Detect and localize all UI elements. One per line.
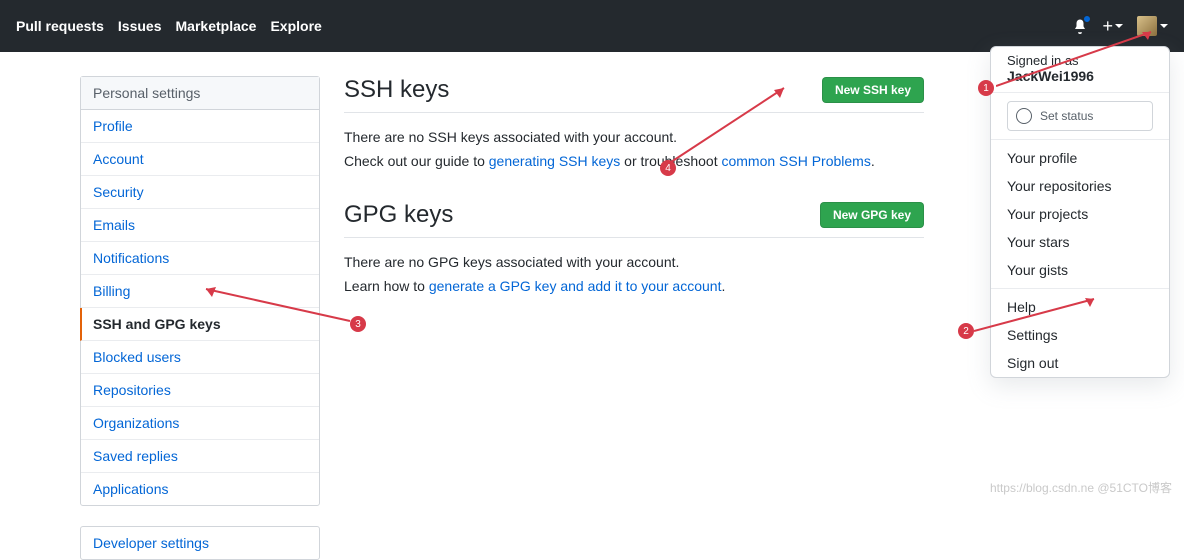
menu-sign-out[interactable]: Sign out bbox=[991, 349, 1169, 377]
ssh-empty-text: There are no SSH keys associated with yo… bbox=[344, 129, 924, 145]
sidebar-item-security[interactable]: Security bbox=[81, 176, 319, 209]
sidebar-item-account[interactable]: Account bbox=[81, 143, 319, 176]
sidebar-item-organizations[interactable]: Organizations bbox=[81, 407, 319, 440]
nav-explore[interactable]: Explore bbox=[270, 18, 321, 34]
divider bbox=[991, 288, 1169, 289]
sidebar-item-saved-replies[interactable]: Saved replies bbox=[81, 440, 319, 473]
sidebar-item-repositories[interactable]: Repositories bbox=[81, 374, 319, 407]
sidebar-heading: Personal settings bbox=[81, 77, 319, 110]
avatar bbox=[1137, 16, 1157, 36]
menu-your-gists[interactable]: Your gists bbox=[991, 256, 1169, 284]
ssh-keys-title: SSH keys bbox=[344, 76, 822, 104]
sidebar-item-applications[interactable]: Applications bbox=[81, 473, 319, 505]
smiley-icon bbox=[1016, 108, 1032, 124]
section-header: GPG keys New GPG key bbox=[344, 201, 924, 238]
header-right: + bbox=[1072, 16, 1168, 37]
notification-dot bbox=[1083, 15, 1091, 23]
sidebar-item-blocked-users[interactable]: Blocked users bbox=[81, 341, 319, 374]
gpg-keys-title: GPG keys bbox=[344, 201, 820, 229]
chevron-down-icon bbox=[1160, 24, 1168, 28]
sidebar-item-profile[interactable]: Profile bbox=[81, 110, 319, 143]
menu-your-projects[interactable]: Your projects bbox=[991, 200, 1169, 228]
menu-help[interactable]: Help bbox=[991, 293, 1169, 321]
generate-gpg-key-link[interactable]: generate a GPG key and add it to your ac… bbox=[429, 278, 722, 294]
content: SSH keys New SSH key There are no SSH ke… bbox=[344, 76, 924, 560]
notifications-icon[interactable] bbox=[1072, 18, 1088, 34]
header-nav: Pull requests Issues Marketplace Explore bbox=[16, 18, 322, 34]
set-status-button[interactable]: Set status bbox=[1007, 101, 1153, 131]
common-ssh-problems-link[interactable]: common SSH Problems bbox=[721, 153, 870, 169]
settings-sidebar: Personal settings Profile Account Securi… bbox=[80, 76, 320, 560]
user-dropdown: Signed in as JackWei1996 Set status Your… bbox=[990, 46, 1170, 378]
username: JackWei1996 bbox=[1007, 68, 1153, 84]
menu-your-stars[interactable]: Your stars bbox=[991, 228, 1169, 256]
menu-your-profile[interactable]: Your profile bbox=[991, 144, 1169, 172]
chevron-down-icon bbox=[1115, 24, 1123, 28]
sidebar-item-developer-settings[interactable]: Developer settings bbox=[80, 526, 320, 560]
menu-settings[interactable]: Settings bbox=[991, 321, 1169, 349]
annotation-badge-1: 1 bbox=[978, 80, 994, 96]
nav-issues[interactable]: Issues bbox=[118, 18, 162, 34]
gpg-empty-text: There are no GPG keys associated with yo… bbox=[344, 254, 924, 270]
sidebar-item-billing[interactable]: Billing bbox=[81, 275, 319, 308]
new-ssh-key-button[interactable]: New SSH key bbox=[822, 77, 924, 103]
nav-marketplace[interactable]: Marketplace bbox=[176, 18, 257, 34]
sidebar-item-notifications[interactable]: Notifications bbox=[81, 242, 319, 275]
annotation-badge-2: 2 bbox=[958, 323, 974, 339]
nav-pull-requests[interactable]: Pull requests bbox=[16, 18, 104, 34]
sidebar-group: Personal settings Profile Account Securi… bbox=[80, 76, 320, 506]
ssh-guide-text: Check out our guide to generating SSH ke… bbox=[344, 153, 924, 169]
sidebar-item-ssh-gpg-keys[interactable]: SSH and GPG keys bbox=[80, 308, 319, 341]
new-gpg-key-button[interactable]: New GPG key bbox=[820, 202, 924, 228]
generating-ssh-keys-link[interactable]: generating SSH keys bbox=[489, 153, 621, 169]
gpg-learn-text: Learn how to generate a GPG key and add … bbox=[344, 278, 924, 294]
top-header: Pull requests Issues Marketplace Explore… bbox=[0, 0, 1184, 52]
signed-in-label: Signed in as bbox=[1007, 53, 1153, 68]
section-header: SSH keys New SSH key bbox=[344, 76, 924, 113]
dropdown-signed-in: Signed in as JackWei1996 bbox=[991, 47, 1169, 93]
watermark: https://blog.csdn.ne @51CTO博客 bbox=[990, 479, 1172, 496]
annotation-badge-3: 3 bbox=[350, 316, 366, 332]
ssh-keys-section: SSH keys New SSH key There are no SSH ke… bbox=[344, 76, 924, 169]
user-menu-toggle[interactable] bbox=[1137, 16, 1168, 36]
gpg-keys-section: GPG keys New GPG key There are no GPG ke… bbox=[344, 201, 924, 294]
sidebar-item-emails[interactable]: Emails bbox=[81, 209, 319, 242]
set-status-label: Set status bbox=[1040, 109, 1093, 123]
divider bbox=[991, 139, 1169, 140]
create-new-dropdown[interactable]: + bbox=[1102, 16, 1123, 37]
annotation-badge-4: 4 bbox=[660, 160, 676, 176]
menu-your-repositories[interactable]: Your repositories bbox=[991, 172, 1169, 200]
